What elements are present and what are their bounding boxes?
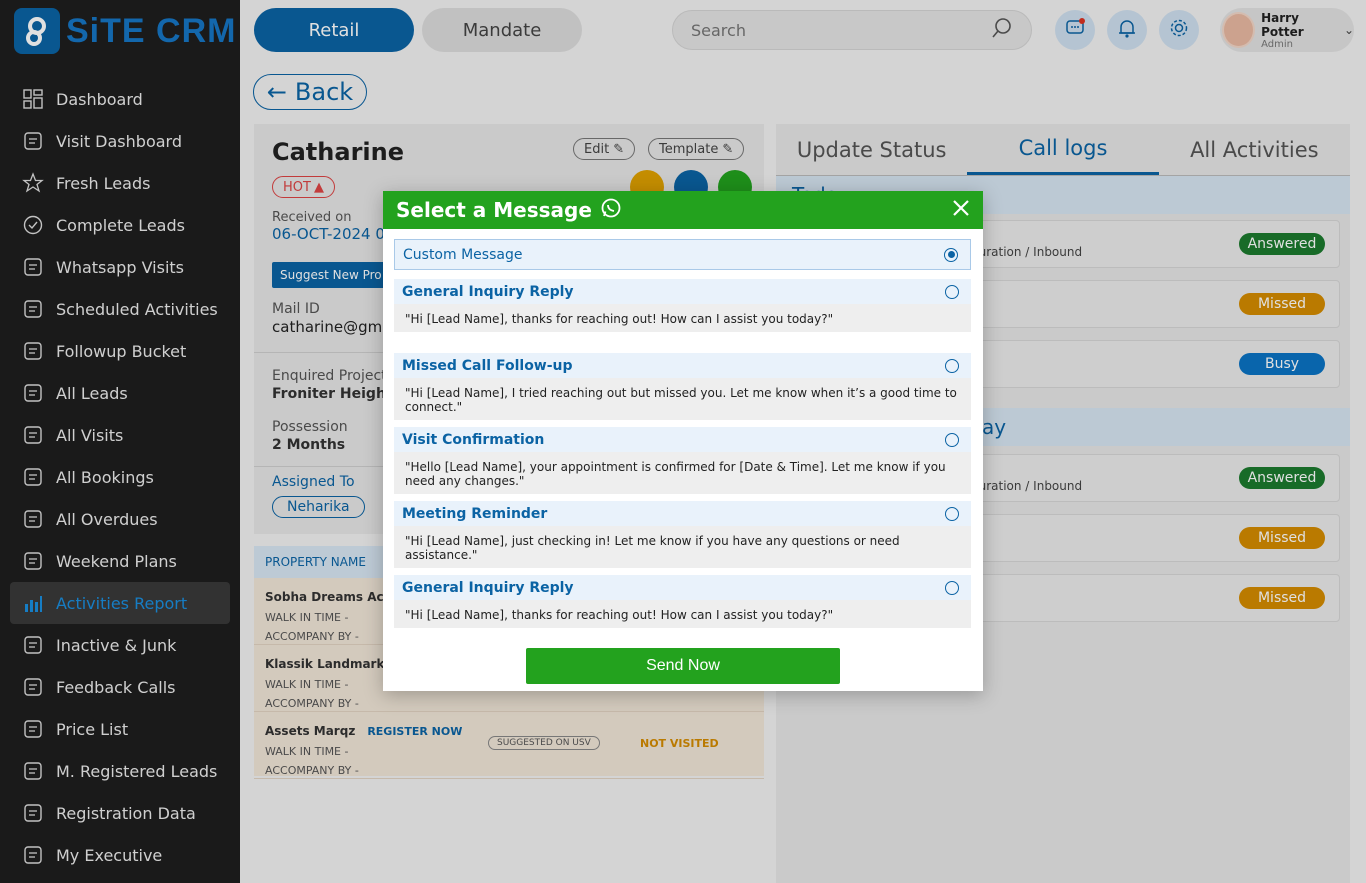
message-template-option[interactable]: General Inquiry Reply "Hi [Lead Name], th… [394,279,971,332]
template-title-row: Visit Confirmation [394,427,971,452]
custom-message-radio[interactable] [944,247,958,262]
close-icon[interactable] [951,198,971,222]
template-title-row: General Inquiry Reply [394,279,971,304]
template-radio[interactable] [945,432,959,447]
template-radio[interactable] [945,358,959,373]
whatsapp-icon [600,197,622,224]
template-title: Missed Call Follow-up [402,357,573,374]
template-message: "Hello [Lead Name], your appointment is … [405,460,946,488]
custom-message-label: Custom Message [403,246,523,263]
message-template-option[interactable]: Visit Confirmation "Hello [Lead Name], yo… [394,427,971,494]
template-radio[interactable] [945,284,959,299]
template-title: Meeting Reminder [402,505,548,522]
template-radio[interactable] [945,506,959,521]
template-message: "Hi [Lead Name], thanks for reaching out… [405,312,834,326]
send-now-button[interactable]: Send Now [526,648,840,684]
template-message: "Hi [Lead Name], just checking in! Let m… [405,534,900,562]
modal-title: Select a Message [396,198,592,222]
template-title: General Inquiry Reply [402,283,574,300]
template-title: General Inquiry Reply [402,579,574,596]
modal-header: Select a Message [383,191,983,229]
message-template-option[interactable]: Meeting Reminder "Hi [Lead Name], just ch… [394,501,971,568]
template-message: "Hi [Lead Name], thanks for reaching out… [405,608,834,622]
template-title-row: Missed Call Follow-up [394,353,971,378]
message-template-option[interactable]: General Inquiry Reply "Hi [Lead Name], th… [394,575,971,628]
template-title-row: Meeting Reminder [394,501,971,526]
template-title-row: General Inquiry Reply [394,575,971,600]
template-message: "Hi [Lead Name], I tried reaching out bu… [405,386,957,414]
template-radio[interactable] [945,580,959,595]
modal-title-wrap: Select a Message [396,197,622,224]
select-message-modal: Select a Message Custom Message General … [383,191,983,691]
template-title: Visit Confirmation [402,431,545,448]
custom-message-option[interactable]: Custom Message [394,239,971,270]
message-template-option[interactable]: Missed Call Follow-up "Hi [Lead Name], I … [394,353,971,420]
